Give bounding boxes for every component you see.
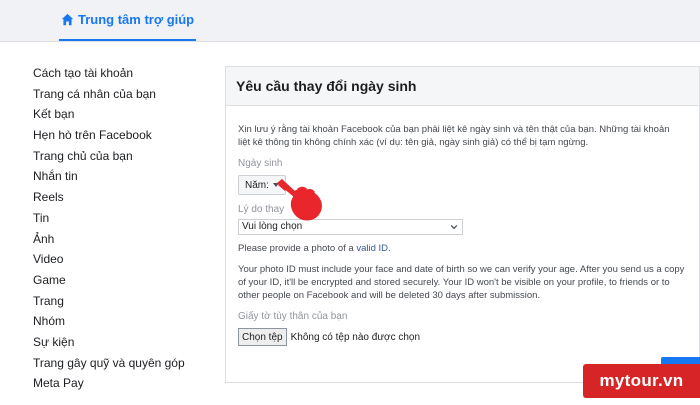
provide-id-text: Please provide a photo of a valid ID.: [238, 243, 687, 254]
reason-select[interactable]: Vui lòng chọn: [238, 219, 463, 235]
form-intro: Xin lưu ý rằng tài khoản Facebook của bạ…: [238, 124, 670, 148]
file-status: Không có tệp nào được chọn: [290, 331, 421, 343]
form-title: Yêu cầu thay đổi ngày sinh: [226, 67, 699, 106]
top-bar: Trung tâm trợ giúp: [0, 0, 700, 42]
year-dropdown-label: Năm:: [245, 179, 269, 191]
sidebar-item[interactable]: Hẹn hò trên Facebook: [33, 125, 223, 146]
help-center-tab[interactable]: Trung tâm trợ giúp: [59, 0, 197, 41]
sidebar-item[interactable]: Kết bạn: [33, 104, 223, 125]
sidebar-item[interactable]: Tin: [33, 208, 223, 229]
provide-prefix: Please provide a photo of a: [238, 243, 357, 254]
sidebar-item[interactable]: Trang gây quỹ và quyên góp: [33, 353, 223, 374]
id-privacy-note: Your photo ID must include your face and…: [238, 264, 685, 301]
sidebar-item[interactable]: Sự kiện: [33, 332, 223, 353]
sidebar-item[interactable]: Nhắn tin: [33, 166, 223, 187]
watermark: mytour.vn: [583, 364, 700, 398]
provide-suffix: .: [388, 243, 391, 254]
id-upload-label: Giấy tờ tùy thân của bạn: [238, 311, 348, 322]
sidebar-item[interactable]: Video: [33, 249, 223, 270]
birthday-label: Ngày sinh: [238, 158, 283, 169]
sidebar-item[interactable]: Nhóm: [33, 311, 223, 332]
file-upload-row: Chọn tệp Không có tệp nào được chọn: [238, 328, 687, 346]
sidebar-item[interactable]: Trang: [33, 291, 223, 312]
sidebar-item[interactable]: Ảnh: [33, 229, 223, 250]
sidebar-item[interactable]: Reels: [33, 187, 223, 208]
sidebar-item[interactable]: Game: [33, 270, 223, 291]
sidebar-item[interactable]: Cách tạo tài khoản: [33, 63, 223, 84]
chevron-down-icon: [450, 224, 458, 230]
form-body: Xin lưu ý rằng tài khoản Facebook của bạ…: [226, 123, 699, 346]
sidebar-item[interactable]: Meta Pay: [33, 373, 223, 394]
pointing-hand-icon: [277, 179, 322, 221]
sidebar-nav: Cách tạo tài khoản Trang cá nhân của bạn…: [33, 63, 223, 394]
sidebar-item[interactable]: Trang chủ của bạn: [33, 146, 223, 167]
home-icon: [61, 13, 74, 26]
help-center-label: Trung tâm trợ giúp: [78, 12, 195, 27]
choose-file-button[interactable]: Chọn tệp: [238, 328, 287, 346]
valid-id-link[interactable]: valid ID: [356, 243, 388, 254]
sidebar-item[interactable]: Trang cá nhân của bạn: [33, 84, 223, 105]
